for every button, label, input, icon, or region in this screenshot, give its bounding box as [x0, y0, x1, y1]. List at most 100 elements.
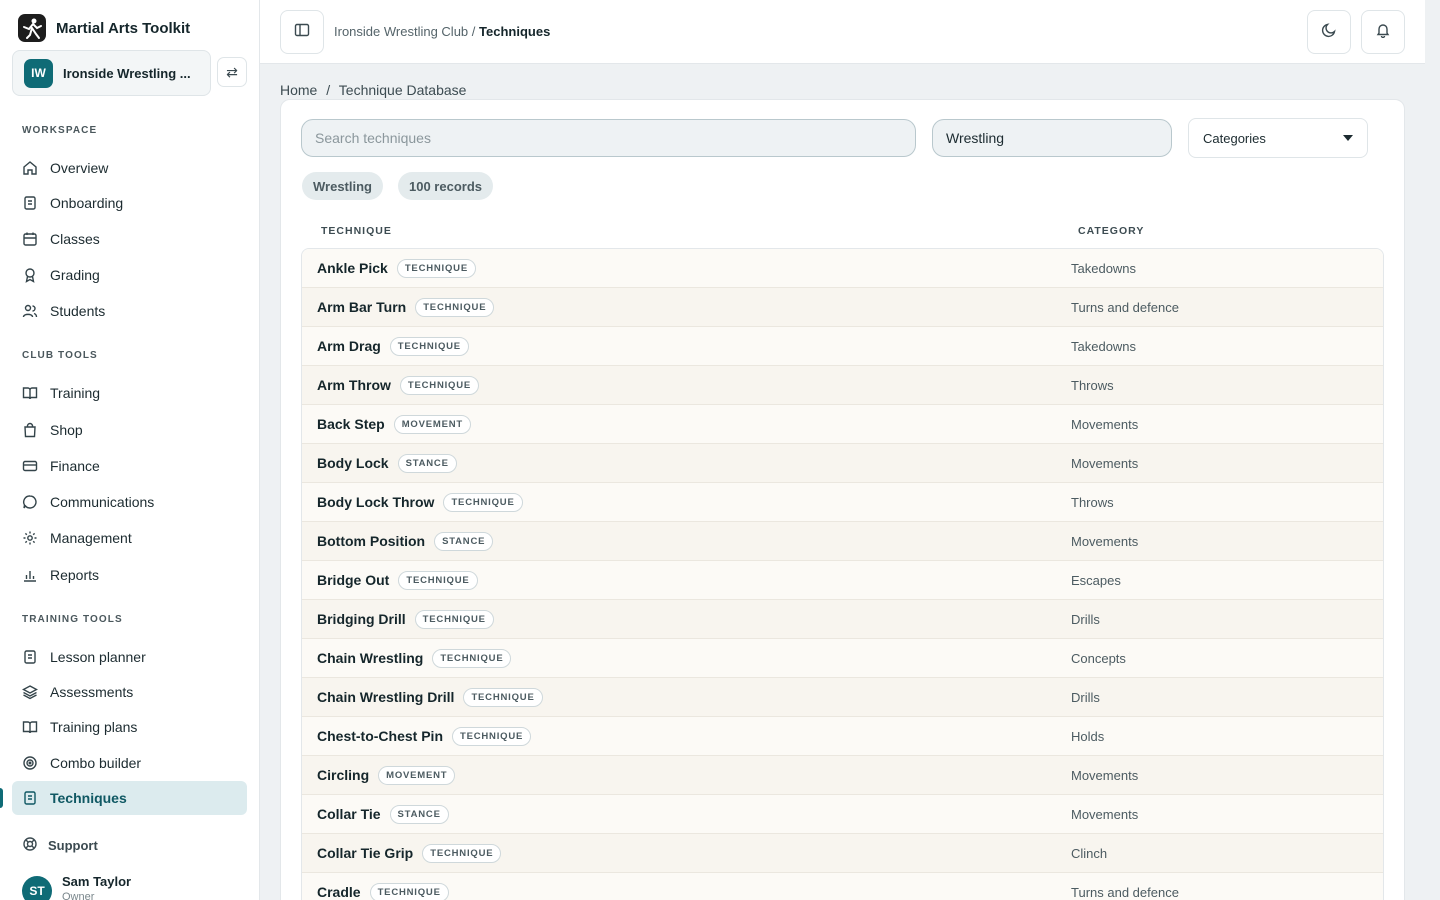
- home-icon: [22, 160, 38, 176]
- technique-name: Ankle Pick: [317, 260, 388, 276]
- avatar: ST: [22, 876, 52, 900]
- support-link[interactable]: Support: [22, 836, 98, 855]
- sidebar-item-onboarding[interactable]: Onboarding: [12, 186, 247, 220]
- discipline-input[interactable]: [932, 119, 1172, 157]
- sidebar-item-label: Classes: [50, 231, 100, 247]
- table-row[interactable]: Arm Drag TECHNIQUE Takedowns: [302, 327, 1383, 366]
- section-label-training-tools: TRAINING TOOLS: [22, 614, 123, 625]
- technique-name: Circling: [317, 767, 370, 783]
- swap-arrows-icon: ⇄: [226, 63, 238, 80]
- search-input[interactable]: [301, 119, 916, 157]
- type-badge: TECHNIQUE: [398, 570, 478, 590]
- sidebar-item-shop[interactable]: Shop: [12, 413, 247, 447]
- club-switcher[interactable]: IW Ironside Wrestling ...: [12, 50, 211, 96]
- table-row[interactable]: Bridge Out TECHNIQUE Escapes: [302, 561, 1383, 600]
- sidebar-item-grading[interactable]: Grading: [12, 258, 247, 292]
- sidebar-item-finance[interactable]: Finance: [12, 449, 247, 483]
- category-cell: Turns and defence: [1071, 299, 1179, 315]
- technique-cell: Bridge Out TECHNIQUE: [317, 570, 478, 590]
- theme-toggle-button[interactable]: [1307, 10, 1351, 54]
- breadcrumb-club[interactable]: Ironside Wrestling Club: [334, 24, 468, 39]
- clipboard-icon: [22, 790, 38, 806]
- toggle-sidebar-button[interactable]: [280, 10, 324, 54]
- column-header-category[interactable]: CATEGORY: [1078, 225, 1144, 237]
- category-cell: Takedowns: [1071, 260, 1137, 276]
- technique-cell: Arm Bar Turn TECHNIQUE: [317, 297, 495, 317]
- table-row[interactable]: Arm Throw TECHNIQUE Throws: [302, 366, 1383, 405]
- sidebar-item-label: Students: [50, 303, 106, 319]
- category-cell: Throws: [1071, 494, 1114, 510]
- table-row[interactable]: Body Lock Throw TECHNIQUE Throws: [302, 483, 1383, 522]
- technique-name: Chain Wrestling: [317, 650, 424, 666]
- category-cell: Movements: [1071, 806, 1139, 822]
- shopping-bag-icon: [22, 422, 38, 438]
- table-row[interactable]: Collar Tie STANCE Movements: [302, 795, 1383, 834]
- sidebar-item-communications[interactable]: Communications: [12, 485, 247, 519]
- technique-name: Chest-to-Chest Pin: [317, 728, 443, 744]
- sidebar-item-training-plans[interactable]: Training plans: [12, 710, 247, 744]
- breadcrumb-separator: /: [326, 82, 331, 98]
- sidebar-item-combo-builder[interactable]: Combo builder: [12, 746, 247, 780]
- table-row[interactable]: Bottom Position STANCE Movements: [302, 522, 1383, 561]
- breadcrumb-separator: /: [471, 24, 476, 39]
- sidebar-item-lesson-planner[interactable]: Lesson planner: [12, 640, 247, 674]
- table-row[interactable]: Chain Wrestling TECHNIQUE Concepts: [302, 639, 1383, 678]
- brand[interactable]: Martial Arts Toolkit: [18, 14, 190, 42]
- table-row[interactable]: Bridging Drill TECHNIQUE Drills: [302, 600, 1383, 639]
- technique-cell: Collar Tie Grip TECHNIQUE: [317, 843, 502, 863]
- type-badge: TECHNIQUE: [389, 336, 469, 356]
- categories-label: Categories: [1203, 130, 1266, 146]
- sidebar-item-label: Reports: [50, 567, 100, 583]
- sidebar-item-reports[interactable]: Reports: [12, 558, 247, 592]
- sidebar-item-label: Finance: [50, 458, 100, 474]
- sidebar-item-overview[interactable]: Overview: [12, 151, 247, 185]
- breadcrumb-current: Technique Database: [338, 82, 467, 98]
- table-row[interactable]: Collar Tie Grip TECHNIQUE Clinch: [302, 834, 1383, 873]
- book-open-icon: [22, 719, 38, 735]
- table-row[interactable]: Back Step MOVEMENT Movements: [302, 405, 1383, 444]
- technique-name: Bridging Drill: [317, 611, 406, 627]
- user-profile[interactable]: ST Sam Taylor Owner: [22, 874, 131, 900]
- section-label-workspace: WORKSPACE: [22, 125, 98, 136]
- sidebar-item-label: Techniques: [50, 790, 127, 806]
- app-name: Martial Arts Toolkit: [56, 19, 191, 37]
- categories-dropdown[interactable]: Categories: [1188, 118, 1368, 158]
- sidebar-item-techniques[interactable]: Techniques: [12, 781, 247, 815]
- support-label: Support: [48, 838, 98, 853]
- topbar: Ironside Wrestling Club / Techniques: [260, 0, 1425, 64]
- user-role: Owner: [62, 891, 95, 900]
- type-badge: TECHNIQUE: [463, 687, 543, 707]
- table-row[interactable]: Chain Wrestling Drill TECHNIQUE Drills: [302, 678, 1383, 717]
- bar-chart-icon: [22, 567, 38, 583]
- switch-club-button[interactable]: ⇄: [217, 57, 247, 87]
- technique-cell: Chain Wrestling TECHNIQUE: [317, 648, 512, 668]
- table-row[interactable]: Chest-to-Chest Pin TECHNIQUE Holds: [302, 717, 1383, 756]
- sidebar-item-management[interactable]: Management: [12, 521, 247, 555]
- technique-name: Collar Tie Grip: [317, 845, 414, 861]
- sidebar-item-assessments[interactable]: Assessments: [12, 675, 247, 709]
- sidebar-item-label: Assessments: [50, 684, 134, 700]
- technique-name: Cradle: [317, 884, 361, 900]
- notifications-button[interactable]: [1361, 10, 1405, 54]
- section-label-club-tools: CLUB TOOLS: [22, 350, 98, 361]
- category-cell: Escapes: [1071, 572, 1121, 588]
- table-row[interactable]: Ankle Pick TECHNIQUE Takedowns: [302, 249, 1383, 288]
- sidebar-item-training[interactable]: Training: [12, 376, 247, 410]
- sidebar: Martial Arts Toolkit IW Ironside Wrestli…: [0, 0, 260, 900]
- sidebar-item-students[interactable]: Students: [12, 294, 247, 328]
- table-row[interactable]: Arm Bar Turn TECHNIQUE Turns and defence: [302, 288, 1383, 327]
- category-cell: Throws: [1071, 377, 1114, 393]
- active-nav-marker: [0, 788, 3, 808]
- sidebar-item-label: Overview: [50, 160, 109, 176]
- table-row[interactable]: Cradle TECHNIQUE Turns and defence: [302, 873, 1383, 900]
- technique-name: Bottom Position: [317, 533, 426, 549]
- caret-down-icon: [1343, 135, 1353, 141]
- table-row[interactable]: Body Lock STANCE Movements: [302, 444, 1383, 483]
- award-icon: [22, 267, 38, 283]
- sidebar-item-label: Combo builder: [50, 755, 142, 771]
- sidebar-item-classes[interactable]: Classes: [12, 222, 247, 256]
- table-row[interactable]: Circling MOVEMENT Movements: [302, 756, 1383, 795]
- column-header-technique[interactable]: TECHNIQUE: [321, 225, 392, 237]
- technique-name: Back Step: [317, 416, 385, 432]
- breadcrumb-home[interactable]: Home: [280, 82, 317, 98]
